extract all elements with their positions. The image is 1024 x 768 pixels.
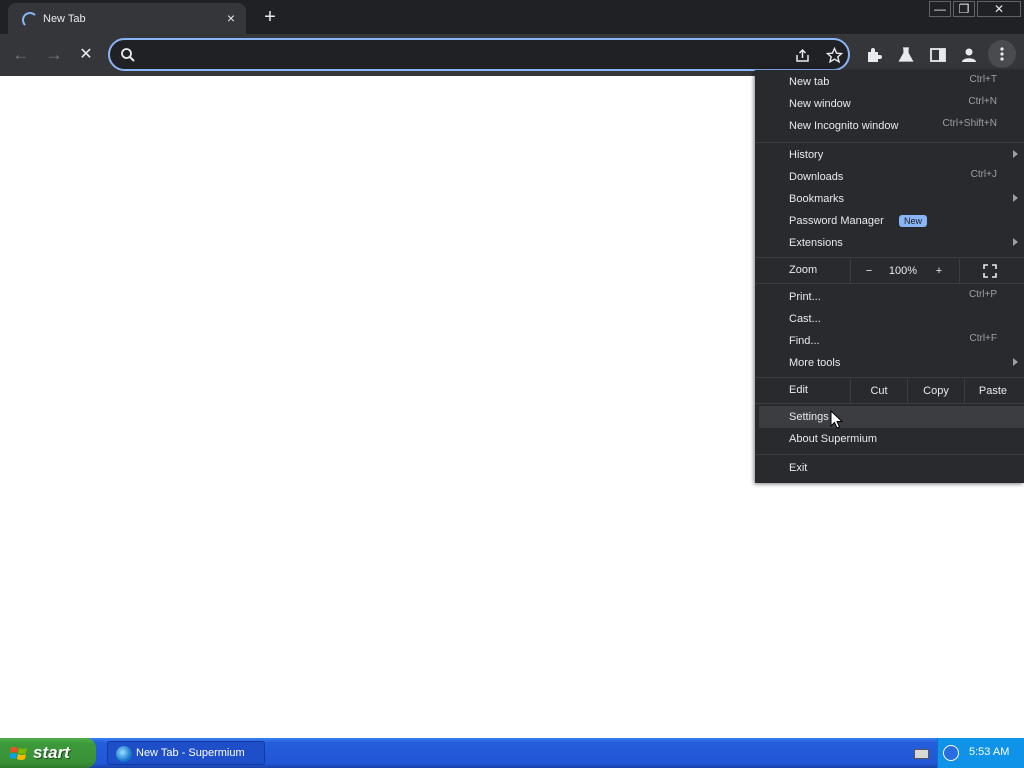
start-button[interactable]: start xyxy=(0,738,96,768)
menu-item-new-tab[interactable]: New tab Ctrl+T xyxy=(759,71,1024,93)
menu-label: Print... xyxy=(789,291,821,303)
menu-label: Exit xyxy=(789,462,808,474)
zoom-level: 100% xyxy=(888,265,918,277)
submenu-arrow-icon xyxy=(1013,150,1018,158)
extensions-icon[interactable] xyxy=(865,46,883,64)
divider xyxy=(959,259,960,283)
tray-arrow-icon[interactable] xyxy=(943,745,959,761)
edit-row: Edit Cut Copy Paste xyxy=(755,379,1024,403)
menu-separator xyxy=(755,142,1024,143)
tab-title: New Tab xyxy=(43,13,86,25)
copy-button[interactable]: Copy xyxy=(908,385,964,397)
loading-spinner-icon xyxy=(22,12,38,28)
taskbar-window-button[interactable]: New Tab - Supermium xyxy=(107,741,265,765)
divider xyxy=(850,259,851,283)
new-badge: New xyxy=(899,215,928,227)
menu-item-history[interactable]: History xyxy=(759,144,1024,166)
title-bar: New Tab × + — ❐ ✕ xyxy=(0,0,1024,34)
zoom-label: Zoom xyxy=(789,264,818,276)
menu-label: New window xyxy=(789,98,851,110)
menu-item-more-tools[interactable]: More tools xyxy=(759,352,1024,374)
share-icon[interactable] xyxy=(794,47,811,64)
menu-item-about[interactable]: About Supermium xyxy=(759,428,1024,450)
menu-separator xyxy=(755,403,1024,404)
system-tray: 5:53 AM xyxy=(937,738,1024,768)
menu-item-exit[interactable]: Exit xyxy=(759,457,1024,479)
supermium-icon xyxy=(116,746,132,762)
bookmark-star-icon[interactable] xyxy=(826,47,843,64)
menu-shortcut: Ctrl+Shift+N xyxy=(942,118,997,129)
menu-shortcut: Ctrl+P xyxy=(968,289,997,300)
taskbar-window-label: New Tab - Supermium xyxy=(136,747,245,759)
menu-label: More tools xyxy=(789,357,841,369)
windows-logo-icon xyxy=(10,747,27,760)
menu-separator xyxy=(755,283,1024,284)
menu-separator xyxy=(755,377,1024,378)
menu-shortcut: Ctrl+J xyxy=(970,169,997,180)
menu-item-bookmarks[interactable]: Bookmarks xyxy=(759,188,1024,210)
menu-label: Bookmarks xyxy=(789,193,845,205)
menu-item-downloads[interactable]: Downloads Ctrl+J xyxy=(759,166,1024,188)
submenu-arrow-icon xyxy=(1013,238,1018,246)
keyboard-icon[interactable] xyxy=(914,749,929,759)
stop-button[interactable]: ✕ xyxy=(74,43,98,67)
menu-separator xyxy=(755,257,1024,258)
fullscreen-icon[interactable] xyxy=(983,264,997,278)
app-menu: New tab Ctrl+T New window Ctrl+N New Inc… xyxy=(755,70,1024,483)
menu-item-cast[interactable]: Cast... xyxy=(759,308,1024,330)
menu-label: Extensions xyxy=(789,237,843,249)
tab-new-tab[interactable]: New Tab × xyxy=(8,3,246,34)
menu-label: Password Manager xyxy=(789,215,884,227)
menu-label: New tab xyxy=(789,76,830,88)
menu-item-new-window[interactable]: New window Ctrl+N xyxy=(759,93,1024,115)
menu-label: Cast... xyxy=(789,313,821,325)
side-panel-icon[interactable] xyxy=(929,46,947,64)
start-label: start xyxy=(33,743,70,762)
clock[interactable]: 5:53 AM xyxy=(969,746,1009,758)
menu-item-find[interactable]: Find... Ctrl+F xyxy=(759,330,1024,352)
omnibox[interactable] xyxy=(108,38,850,71)
menu-label: History xyxy=(789,149,824,161)
menu-item-print[interactable]: Print... Ctrl+P xyxy=(759,286,1024,308)
menu-label: Find... xyxy=(789,335,820,347)
zoom-row: Zoom − 100% + xyxy=(755,259,1024,283)
menu-shortcut: Ctrl+N xyxy=(968,96,997,107)
menu-item-password-manager[interactable]: Password Manager New xyxy=(759,210,1024,232)
menu-item-extensions[interactable]: Extensions xyxy=(759,232,1024,254)
menu-label: Downloads xyxy=(789,171,844,183)
menu-separator xyxy=(755,454,1024,455)
menu-shortcut: Ctrl+F xyxy=(969,333,998,344)
restore-button[interactable]: ❐ xyxy=(953,1,975,17)
tab-close-icon[interactable]: × xyxy=(222,9,240,27)
forward-button[interactable]: → xyxy=(42,43,66,67)
search-icon xyxy=(121,48,135,62)
kebab-menu-icon xyxy=(1000,47,1004,61)
zoom-out-button[interactable]: − xyxy=(863,265,875,277)
menu-button[interactable] xyxy=(988,40,1016,68)
paste-button[interactable]: Paste xyxy=(965,385,1021,397)
menu-label: New Incognito window xyxy=(789,120,899,132)
taskbar: start New Tab - Supermium 5:53 AM xyxy=(0,738,1024,768)
zoom-in-button[interactable]: + xyxy=(933,265,945,277)
menu-item-settings[interactable]: Settings xyxy=(759,406,1024,428)
labs-flask-icon[interactable] xyxy=(897,46,915,64)
cut-button[interactable]: Cut xyxy=(851,385,907,397)
profile-avatar-icon[interactable] xyxy=(960,46,978,64)
submenu-arrow-icon xyxy=(1013,358,1018,366)
menu-shortcut: Ctrl+T xyxy=(969,74,998,85)
back-button[interactable]: ← xyxy=(9,43,33,67)
menu-label: Settings xyxy=(789,411,829,423)
mouse-cursor-icon xyxy=(830,410,844,429)
new-tab-button[interactable]: + xyxy=(259,6,281,28)
close-window-button[interactable]: ✕ xyxy=(977,1,1021,17)
submenu-arrow-icon xyxy=(1013,194,1018,202)
minimize-button[interactable]: — xyxy=(929,1,951,17)
menu-item-new-incognito-window[interactable]: New Incognito window Ctrl+Shift+N xyxy=(759,115,1024,137)
edit-label: Edit xyxy=(789,384,808,396)
menu-label: About Supermium xyxy=(789,433,878,445)
address-input[interactable] xyxy=(142,46,746,66)
